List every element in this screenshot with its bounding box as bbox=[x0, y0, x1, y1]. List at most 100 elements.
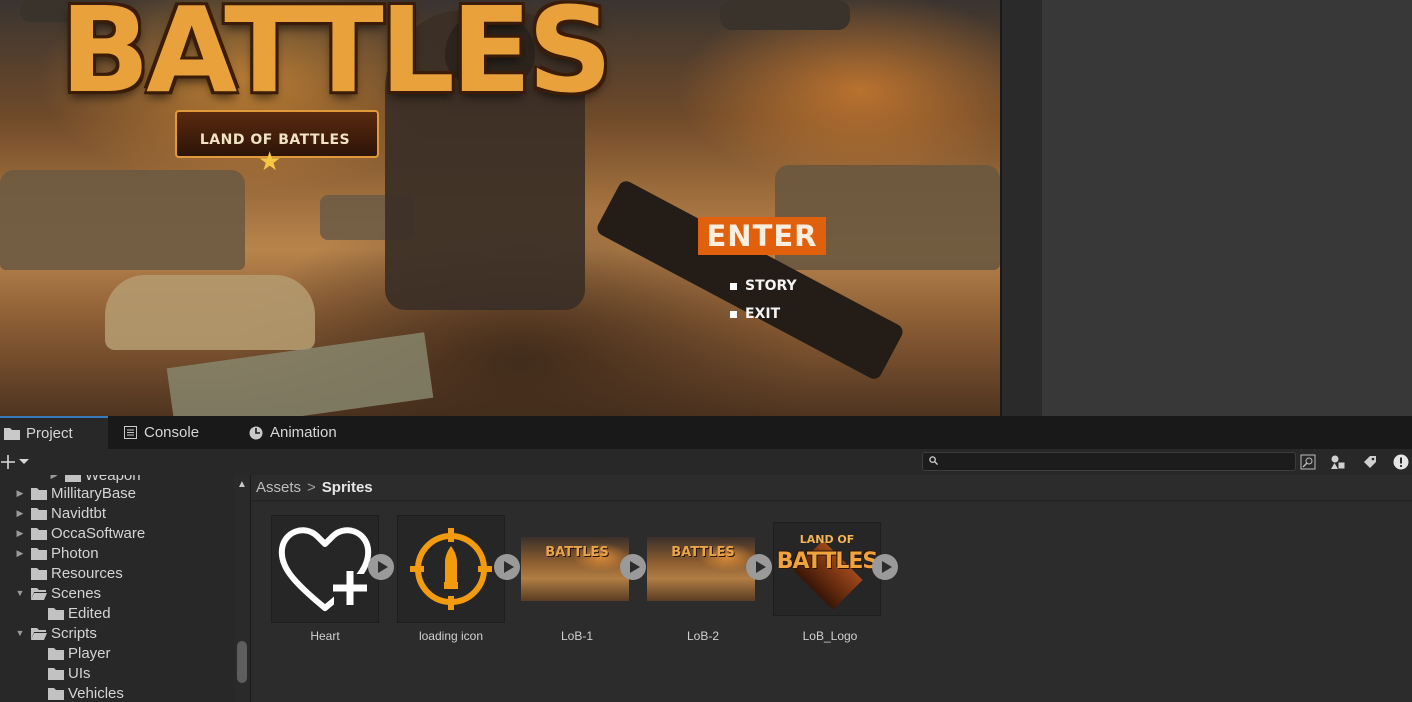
expand-arrow-icon[interactable]: ▶ bbox=[14, 548, 26, 559]
folder-icon bbox=[31, 487, 47, 500]
play-icon bbox=[377, 561, 388, 573]
folder-icon bbox=[48, 647, 64, 660]
heart-plus-icon bbox=[278, 527, 372, 611]
tag-icon bbox=[1364, 456, 1376, 468]
asset-label: Heart bbox=[310, 629, 340, 643]
tree-item-label: Photon bbox=[51, 544, 99, 562]
play-icon bbox=[629, 561, 640, 573]
breadcrumb-sprites[interactable]: Sprites bbox=[322, 479, 373, 496]
tab-console-label: Console bbox=[144, 424, 200, 441]
inspector-panel bbox=[1042, 0, 1412, 416]
tree-item-label: Player bbox=[68, 644, 111, 662]
tree-item-uis[interactable]: UIs bbox=[31, 663, 91, 683]
folder-icon bbox=[31, 547, 47, 560]
tree-item-label: Scenes bbox=[51, 584, 102, 602]
scroll-up-arrow-icon[interactable]: ▲ bbox=[237, 479, 247, 490]
scrollbar-thumb[interactable] bbox=[237, 641, 247, 683]
expand-arrow-icon[interactable]: ▶ bbox=[14, 508, 26, 519]
breadcrumb-separator: > bbox=[307, 479, 316, 496]
filter-by-type-button[interactable] bbox=[1328, 452, 1348, 472]
asset-grid: Heart loading icon BATTLES LoB-1 BATTLES… bbox=[251, 502, 1412, 702]
search-by-type-button[interactable] bbox=[1298, 452, 1318, 472]
panel-tab-bar: Project Console Animation bbox=[0, 416, 1412, 449]
play-icon bbox=[881, 561, 892, 573]
chevron-down-icon bbox=[19, 459, 29, 464]
search-icon bbox=[929, 456, 938, 465]
expand-sprite-button[interactable] bbox=[872, 554, 898, 580]
animation-icon bbox=[248, 426, 264, 440]
expand-arrow-icon[interactable]: ▶ bbox=[48, 475, 60, 481]
project-toolbar bbox=[0, 449, 1412, 476]
show-errors-toggle[interactable] bbox=[1391, 452, 1411, 472]
play-icon bbox=[503, 561, 514, 573]
tree-item-navidtbt[interactable]: ▶ Navidtbt bbox=[14, 503, 107, 523]
thumbnail-title: BATTLES bbox=[671, 545, 735, 560]
game-view-margin bbox=[1002, 0, 1042, 416]
plus-icon bbox=[1, 455, 15, 469]
search-input[interactable] bbox=[922, 452, 1296, 471]
asset-label: loading icon bbox=[418, 629, 484, 643]
expand-sprite-button[interactable] bbox=[494, 554, 520, 580]
tree-item-edited[interactable]: Edited bbox=[31, 603, 111, 623]
tab-project[interactable]: Project bbox=[0, 416, 108, 449]
asset-lob-1[interactable]: BATTLES bbox=[521, 515, 629, 623]
search-expand-icon bbox=[1300, 454, 1316, 470]
breadcrumb: Assets > Sprites bbox=[251, 475, 1412, 501]
exit-menu-item[interactable]: EXIT bbox=[730, 304, 780, 324]
collapse-arrow-icon[interactable]: ▼ bbox=[14, 588, 26, 598]
tree-item-label: Resources bbox=[51, 564, 123, 582]
folder-icon bbox=[31, 527, 47, 540]
tab-animation-label: Animation bbox=[270, 424, 337, 441]
game-art-thumbnail: BATTLES bbox=[521, 537, 629, 601]
game-view: BATTLES LAND OF BATTLES ★ ENTER STORY EX… bbox=[0, 0, 1000, 416]
tree-item-scripts[interactable]: ▼ Scripts bbox=[14, 623, 97, 643]
story-menu-item[interactable]: STORY bbox=[730, 276, 797, 296]
crosshair-bullet-icon bbox=[410, 528, 492, 610]
tree-item-vehicles[interactable]: Vehicles bbox=[31, 683, 124, 702]
asset-label: LoB-2 bbox=[686, 629, 720, 643]
tree-item-label: Edited bbox=[68, 604, 111, 622]
tree-item-player[interactable]: Player bbox=[31, 643, 111, 663]
tree-item-millitarybase[interactable]: ▶ MillitaryBase bbox=[14, 483, 137, 503]
asset-heart[interactable] bbox=[271, 515, 379, 623]
create-asset-button[interactable] bbox=[0, 452, 34, 472]
expand-arrow-icon[interactable]: ▶ bbox=[14, 488, 26, 499]
game-art-thumbnail: BATTLES bbox=[647, 537, 755, 601]
folder-icon bbox=[4, 427, 20, 441]
tree-item-label: Navidtbt bbox=[51, 504, 107, 522]
asset-loading-icon[interactable] bbox=[397, 515, 505, 623]
tab-animation[interactable]: Animation bbox=[248, 416, 337, 449]
tree-item-occasoftware[interactable]: ▶ OccaSoftware bbox=[14, 523, 146, 543]
asset-lob-logo[interactable]: LAND OF BATTLES bbox=[773, 522, 881, 616]
expand-sprite-button[interactable] bbox=[368, 554, 394, 580]
expand-sprite-button[interactable] bbox=[620, 554, 646, 580]
tree-item-label: Vehicles bbox=[68, 684, 124, 702]
enter-button[interactable]: ENTER bbox=[698, 217, 826, 255]
folder-tree: ▶ Weapon ▶ MillitaryBase ▶ Navidtbt ▶ Oc… bbox=[0, 475, 234, 702]
tree-item-label: OccaSoftware bbox=[51, 524, 146, 542]
tree-item-photon[interactable]: ▶ Photon bbox=[14, 543, 99, 563]
open-folder-icon bbox=[31, 627, 47, 640]
console-icon bbox=[122, 426, 138, 440]
asset-label: LoB-1 bbox=[560, 629, 594, 643]
folder-icon bbox=[48, 667, 64, 680]
sandbags bbox=[105, 275, 315, 350]
folder-icon bbox=[31, 567, 47, 580]
folder-icon bbox=[48, 687, 64, 700]
logo-thumb-subtitle: LAND OF bbox=[799, 533, 855, 546]
logo-thumb-title: BATTLES bbox=[776, 549, 879, 574]
asset-label: LoB_Logo bbox=[802, 629, 858, 643]
asset-lob-2[interactable]: BATTLES bbox=[647, 515, 755, 623]
tree-item-label: Scripts bbox=[51, 624, 97, 642]
tree-item-resources[interactable]: Resources bbox=[14, 563, 123, 583]
filter-by-label-button[interactable] bbox=[1360, 452, 1380, 472]
expand-arrow-icon[interactable]: ▶ bbox=[14, 528, 26, 539]
expand-sprite-button[interactable] bbox=[746, 554, 772, 580]
tree-scrollbar[interactable]: ▲ bbox=[234, 475, 250, 702]
tree-item-scenes[interactable]: ▼ Scenes bbox=[14, 583, 102, 603]
collapse-arrow-icon[interactable]: ▼ bbox=[14, 628, 26, 638]
folder-icon bbox=[65, 475, 81, 482]
tab-console[interactable]: Console bbox=[122, 416, 199, 449]
open-folder-icon bbox=[31, 587, 47, 600]
breadcrumb-assets[interactable]: Assets bbox=[256, 479, 301, 496]
